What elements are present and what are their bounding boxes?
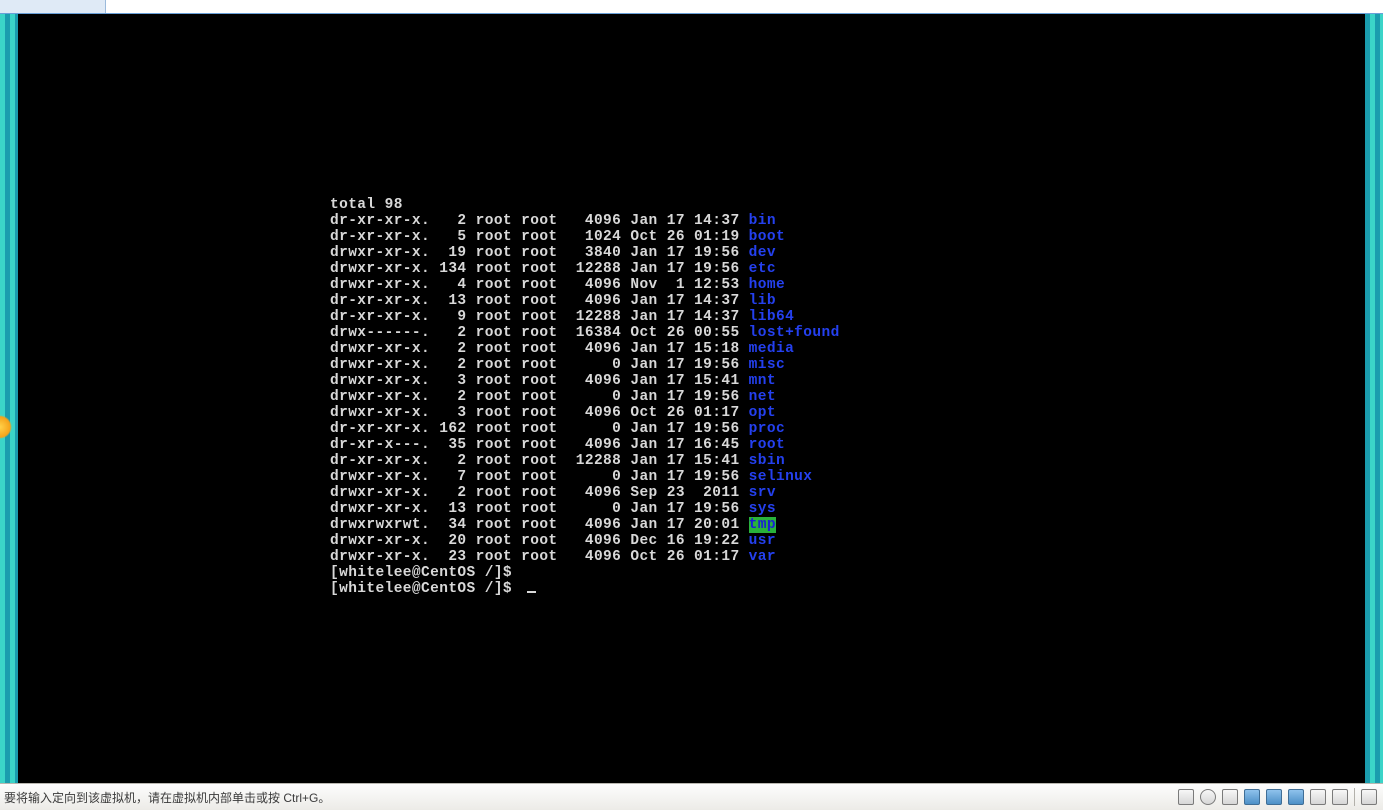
ls-row: dr-xr-x---. 35 root root 4096 Jan 17 16:…: [330, 437, 840, 453]
ls-row-meta: drwxrwxrwt. 34 root root 4096 Jan 17 20:…: [330, 517, 749, 533]
ls-row-meta: dr-xr-x---. 35 root root 4096 Jan 17 16:…: [330, 437, 749, 453]
ls-row-name: lib: [749, 293, 776, 309]
ls-row-meta: drwxr-xr-x. 2 root root 4096 Jan 17 15:1…: [330, 341, 749, 357]
ls-row-name: boot: [749, 229, 785, 245]
ls-row-meta: dr-xr-xr-x. 5 root root 1024 Oct 26 01:1…: [330, 229, 749, 245]
ls-row: drwxr-xr-x. 19 root root 3840 Jan 17 19:…: [330, 245, 840, 261]
guest-console[interactable]: total 98dr-xr-xr-x. 2 root root 4096 Jan…: [18, 14, 1365, 783]
ls-row-name: sys: [749, 501, 776, 517]
ls-row: drwxr-xr-x. 4 root root 4096 Nov 1 12:53…: [330, 277, 840, 293]
cursor: [527, 591, 536, 593]
ls-row-meta: drwxr-xr-x. 19 root root 3840 Jan 17 19:…: [330, 245, 749, 261]
ls-row-name: proc: [749, 421, 785, 437]
ls-row-name: opt: [749, 405, 776, 421]
ls-row-name: root: [749, 437, 785, 453]
ls-row: drwxr-xr-x. 20 root root 4096 Dec 16 19:…: [330, 533, 840, 549]
vm-status-hint: 要将输入定向到该虚拟机，请在虚拟机内部单击或按 Ctrl+G。: [0, 789, 1178, 806]
tray-separator: [1354, 788, 1355, 806]
ls-row: drwxr-xr-x. 3 root root 4096 Jan 17 15:4…: [330, 373, 840, 389]
ls-row-meta: dr-xr-xr-x. 2 root root 12288 Jan 17 15:…: [330, 453, 749, 469]
device-net-icon[interactable]: [1244, 789, 1260, 805]
ls-row-name: misc: [749, 357, 785, 373]
ls-row: drwxr-xr-x. 134 root root 12288 Jan 17 1…: [330, 261, 840, 277]
device-floppy-icon[interactable]: [1222, 789, 1238, 805]
ls-row: drwxr-xr-x. 3 root root 4096 Oct 26 01:1…: [330, 405, 840, 421]
ls-row: drwxr-xr-x. 2 root root 4096 Jan 17 15:1…: [330, 341, 840, 357]
ls-row-name: lost+found: [749, 325, 840, 341]
ls-row-meta: drwxr-xr-x. 7 root root 0 Jan 17 19:56: [330, 469, 749, 485]
ls-row-meta: drwxr-xr-x. 2 root root 0 Jan 17 19:56: [330, 357, 749, 373]
ls-row-meta: drwxr-xr-x. 20 root root 4096 Dec 16 19:…: [330, 533, 749, 549]
device-sound-icon[interactable]: [1310, 789, 1326, 805]
shell-prompt-active[interactable]: [whitelee@CentOS /]$: [330, 581, 840, 597]
ls-total-line: total 98: [330, 197, 840, 213]
ls-row-meta: drwx------. 2 root root 16384 Oct 26 00:…: [330, 325, 749, 341]
ls-row: drwxr-xr-x. 13 root root 0 Jan 17 19:56 …: [330, 501, 840, 517]
ls-row-name: lib64: [749, 309, 795, 325]
ls-row-meta: drwxr-xr-x. 4 root root 4096 Nov 1 12:53: [330, 277, 749, 293]
ls-row: drwxr-xr-x. 23 root root 4096 Oct 26 01:…: [330, 549, 840, 565]
ls-row-name: dev: [749, 245, 776, 261]
ls-row-name: var: [749, 549, 776, 565]
ls-row-meta: drwxr-xr-x. 3 root root 4096 Jan 17 15:4…: [330, 373, 749, 389]
ls-row: dr-xr-xr-x. 13 root root 4096 Jan 17 14:…: [330, 293, 840, 309]
ls-row-meta: dr-xr-xr-x. 2 root root 4096 Jan 17 14:3…: [330, 213, 749, 229]
vm-window-tab[interactable]: [0, 0, 106, 13]
ls-row-meta: drwxr-xr-x. 3 root root 4096 Oct 26 01:1…: [330, 405, 749, 421]
ls-row-meta: drwxr-xr-x. 134 root root 12288 Jan 17 1…: [330, 261, 749, 277]
ls-row: dr-xr-xr-x. 5 root root 1024 Oct 26 01:1…: [330, 229, 840, 245]
ls-row-meta: drwxr-xr-x. 2 root root 4096 Sep 23 2011: [330, 485, 749, 501]
ls-row: drwxrwxrwt. 34 root root 4096 Jan 17 20:…: [330, 517, 840, 533]
ls-row-name: tmp: [749, 517, 776, 533]
ls-row-name: usr: [749, 533, 776, 549]
ls-row-name: bin: [749, 213, 776, 229]
ls-row: drwx------. 2 root root 16384 Oct 26 00:…: [330, 325, 840, 341]
ls-row-name: selinux: [749, 469, 813, 485]
vm-window-titlebar: [0, 0, 1383, 14]
shell-prompt: [whitelee@CentOS /]$: [330, 565, 840, 581]
ls-row-name: net: [749, 389, 776, 405]
ls-row: drwxr-xr-x. 7 root root 0 Jan 17 19:56 s…: [330, 469, 840, 485]
ls-row-meta: dr-xr-xr-x. 9 root root 12288 Jan 17 14:…: [330, 309, 749, 325]
device-printer-icon[interactable]: [1332, 789, 1348, 805]
ls-row: dr-xr-xr-x. 162 root root 0 Jan 17 19:56…: [330, 421, 840, 437]
ls-row-name: sbin: [749, 453, 785, 469]
ls-row: drwxr-xr-x. 2 root root 0 Jan 17 19:56 n…: [330, 389, 840, 405]
vm-status-bar: 要将输入定向到该虚拟机，请在虚拟机内部单击或按 Ctrl+G。: [0, 783, 1383, 810]
ls-row-meta: drwxr-xr-x. 2 root root 0 Jan 17 19:56: [330, 389, 749, 405]
terminal-output: total 98dr-xr-xr-x. 2 root root 4096 Jan…: [330, 197, 840, 597]
ls-row-meta: dr-xr-xr-x. 13 root root 4096 Jan 17 14:…: [330, 293, 749, 309]
ls-row-name: etc: [749, 261, 776, 277]
device-hdd-icon[interactable]: [1178, 789, 1194, 805]
vm-message-icon[interactable]: [1361, 789, 1377, 805]
ls-row: dr-xr-xr-x. 2 root root 12288 Jan 17 15:…: [330, 453, 840, 469]
vm-device-tray: [1178, 784, 1383, 810]
ls-row-meta: drwxr-xr-x. 23 root root 4096 Oct 26 01:…: [330, 549, 749, 565]
ls-row: drwxr-xr-x. 2 root root 0 Jan 17 19:56 m…: [330, 357, 840, 373]
ls-row-meta: dr-xr-xr-x. 162 root root 0 Jan 17 19:56: [330, 421, 749, 437]
host-sidebar-handle[interactable]: [0, 415, 12, 439]
ls-row: dr-xr-xr-x. 2 root root 4096 Jan 17 14:3…: [330, 213, 840, 229]
ls-row: drwxr-xr-x. 2 root root 4096 Sep 23 2011…: [330, 485, 840, 501]
ls-row-name: media: [749, 341, 795, 357]
ls-row-name: mnt: [749, 373, 776, 389]
ls-row-name: home: [749, 277, 785, 293]
ls-row-meta: drwxr-xr-x. 13 root root 0 Jan 17 19:56: [330, 501, 749, 517]
device-usb-icon[interactable]: [1288, 789, 1304, 805]
device-screen-icon[interactable]: [1266, 789, 1282, 805]
ls-row: dr-xr-xr-x. 9 root root 12288 Jan 17 14:…: [330, 309, 840, 325]
device-cd-icon[interactable]: [1200, 789, 1216, 805]
ls-row-name: srv: [749, 485, 776, 501]
